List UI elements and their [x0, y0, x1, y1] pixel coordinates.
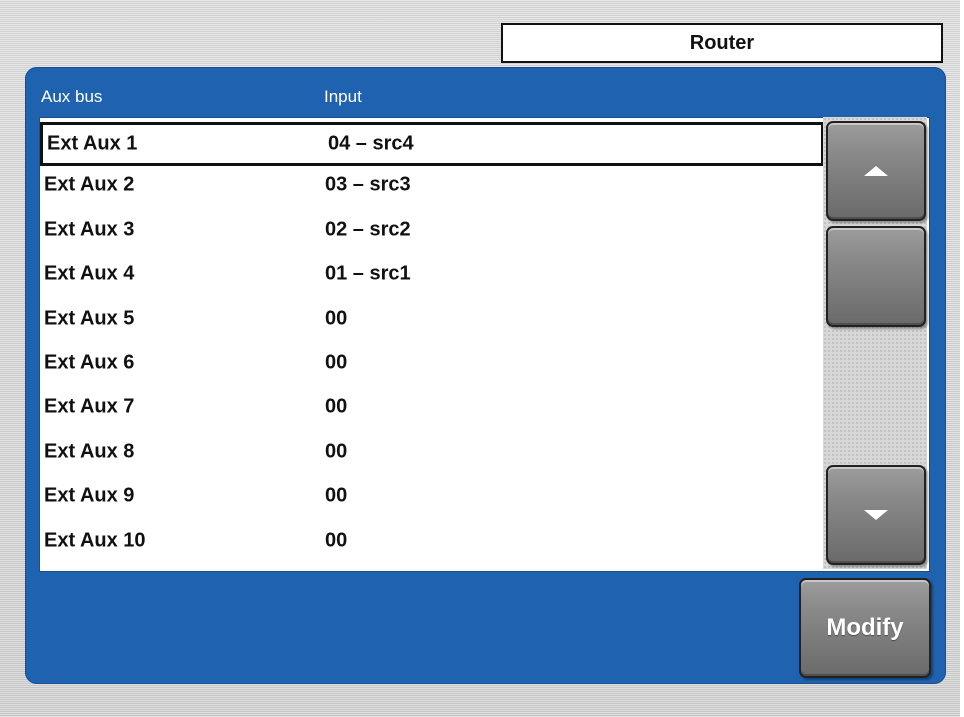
table-row[interactable]: Ext Aux 6 00	[40, 341, 824, 385]
arrow-up-icon	[864, 166, 888, 176]
input-cell: 00	[325, 395, 348, 418]
table-row[interactable]: Ext Aux 1 04 – src4	[40, 122, 824, 166]
aux-bus-cell: Ext Aux 7	[44, 395, 135, 418]
input-cell: 00	[325, 440, 348, 463]
aux-bus-list: Ext Aux 1 04 – src4 Ext Aux 2 03 – src3 …	[39, 117, 930, 572]
table-row[interactable]: Ext Aux 4 01 – src1	[40, 252, 824, 296]
input-cell: 00	[325, 484, 348, 507]
table-row[interactable]: Ext Aux 9 00	[40, 474, 824, 518]
column-header-aux-bus: Aux bus	[41, 87, 103, 106]
scrollbar-thumb[interactable]	[826, 226, 926, 327]
aux-bus-cell: Ext Aux 10	[44, 529, 146, 552]
column-header-input: Input	[324, 87, 362, 106]
table-row[interactable]: Ext Aux 10 00	[40, 519, 824, 563]
aux-bus-cell: Ext Aux 1	[47, 132, 138, 155]
scroll-up-button[interactable]	[826, 121, 926, 221]
table-row[interactable]: Ext Aux 5 00	[40, 297, 824, 341]
modify-button[interactable]: Modify	[799, 578, 931, 678]
aux-bus-cell: Ext Aux 3	[44, 218, 135, 241]
input-cell: 03 – src3	[325, 173, 411, 196]
table-row[interactable]: Ext Aux 2 03 – src3	[40, 163, 824, 207]
table-row[interactable]: Ext Aux 3 02 – src2	[40, 208, 824, 252]
aux-bus-cell: Ext Aux 8	[44, 440, 135, 463]
arrow-down-icon	[864, 510, 888, 520]
input-cell: 00	[325, 307, 348, 330]
input-cell: 00	[325, 351, 348, 374]
aux-bus-cell: Ext Aux 2	[44, 173, 135, 196]
table-row[interactable]: Ext Aux 8 00	[40, 430, 824, 474]
aux-bus-cell: Ext Aux 4	[44, 262, 135, 285]
input-cell: 00	[325, 529, 348, 552]
input-cell: 04 – src4	[328, 132, 414, 155]
input-cell: 02 – src2	[325, 218, 411, 241]
aux-bus-cell: Ext Aux 5	[44, 307, 135, 330]
aux-bus-cell: Ext Aux 6	[44, 351, 135, 374]
page-title: Router	[501, 23, 943, 63]
scroll-down-button[interactable]	[826, 465, 926, 565]
aux-bus-cell: Ext Aux 9	[44, 484, 135, 507]
table-row[interactable]: Ext Aux 7 00	[40, 385, 824, 429]
input-cell: 01 – src1	[325, 262, 411, 285]
